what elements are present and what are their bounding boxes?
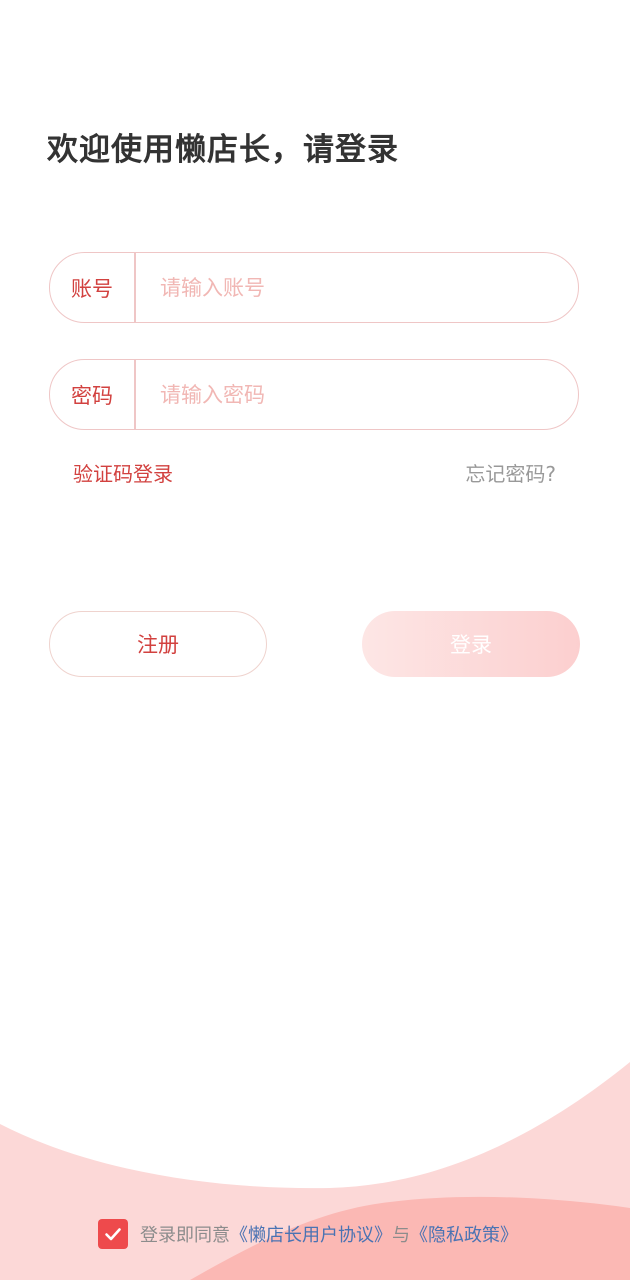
agreement-checkbox[interactable]: [98, 1219, 128, 1249]
page-title: 欢迎使用懒店长，请登录: [47, 132, 399, 168]
agreement-row: 登录即同意 《懒店长用户协议》 与 《隐私政策》: [98, 1218, 518, 1250]
account-input[interactable]: [136, 257, 578, 318]
user-agreement-link[interactable]: 《懒店长用户协议》: [230, 1221, 392, 1247]
account-label: 账号: [71, 276, 113, 301]
forgot-password-link[interactable]: 忘记密码?: [465, 458, 556, 487]
agreement-separator: 与: [392, 1225, 410, 1246]
password-label: 密码: [71, 383, 113, 408]
register-button[interactable]: 注册: [49, 611, 267, 677]
agreement-prefix: 登录即同意: [140, 1225, 230, 1246]
password-field: 密码: [49, 359, 579, 430]
login-button[interactable]: 登录: [362, 611, 580, 677]
password-input[interactable]: [136, 364, 578, 425]
privacy-policy-link[interactable]: 《隐私政策》: [410, 1221, 518, 1247]
sms-login-link[interactable]: 验证码登录: [73, 458, 173, 487]
account-field: 账号: [49, 252, 579, 323]
check-icon: [105, 1228, 121, 1241]
login-page: 欢迎使用懒店长，请登录 账号 密码 验证码登录 忘记密码? 注册 登录 登录即同…: [0, 0, 630, 1280]
